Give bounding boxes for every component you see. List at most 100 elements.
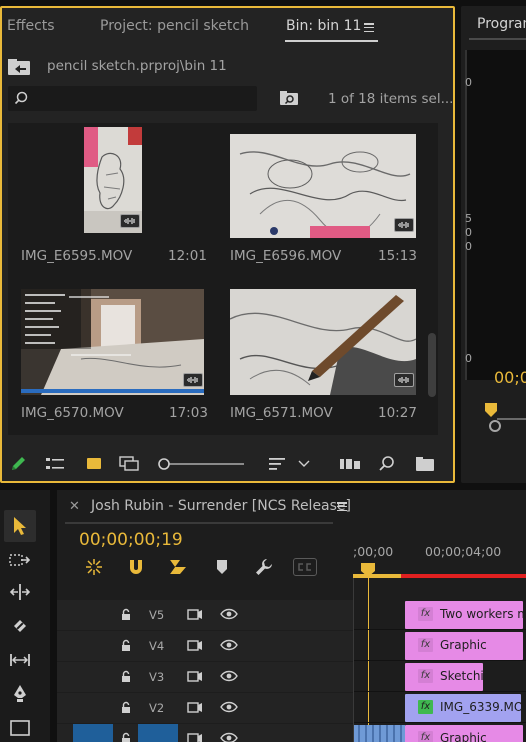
source-patch[interactable] (73, 724, 113, 742)
icon-view-icon[interactable] (84, 454, 104, 474)
eye-icon[interactable] (220, 701, 238, 713)
tab-project[interactable]: Project: pencil sketch (100, 18, 249, 34)
panel-menu-icon[interactable] (364, 23, 374, 32)
lock-icon[interactable] (121, 732, 131, 742)
clip-label: IMG_6339.MO (440, 700, 521, 714)
lock-icon[interactable] (121, 639, 131, 652)
razor-tool-icon[interactable] (6, 612, 34, 640)
toggle-sync-lock-icon[interactable] (187, 608, 203, 621)
wrench-icon[interactable] (253, 556, 275, 578)
audio-clip-icon (394, 373, 414, 387)
tab-effects[interactable]: Effects (7, 18, 55, 34)
clip-duration: 12:01 (168, 248, 207, 264)
clip-name: IMG_E6595.MOV (21, 248, 133, 264)
automate-to-sequence-icon[interactable] (338, 454, 362, 474)
playhead-icon[interactable] (361, 562, 375, 577)
search-input[interactable] (8, 86, 257, 111)
program-timecode: 00;0 (494, 368, 526, 387)
clip-thumbnail[interactable] (21, 289, 204, 395)
audio-clip-icon (183, 373, 203, 387)
find-icon[interactable] (376, 454, 398, 474)
clip-name: IMG_6570.MOV (21, 405, 124, 421)
clip-grid: IMG_E6595.MOV 12:01 IMG_E6596.MOV 15:13 … (8, 123, 438, 435)
active-tab-underline (285, 40, 378, 42)
zoom-handle[interactable] (489, 420, 501, 432)
eye-icon[interactable] (220, 670, 238, 682)
track-header (57, 724, 353, 742)
time-ruler[interactable]: ;00;00 00;00;04;00 (353, 540, 526, 578)
playhead-icon[interactable] (485, 402, 497, 417)
snap-icon[interactable] (125, 556, 147, 578)
linked-selection-icon[interactable] (167, 556, 189, 578)
item-count: 1 of 18 items sel... (328, 91, 454, 107)
clip-thumbnail[interactable] (230, 134, 416, 238)
list-view-icon[interactable] (44, 454, 66, 474)
fx-badge: fx (418, 638, 433, 652)
navigate-up-icon[interactable] (6, 56, 32, 78)
new-search-bin-icon[interactable] (278, 88, 300, 108)
pencil-icon[interactable] (8, 454, 28, 474)
clip-label: Two workers m (440, 607, 523, 621)
clip-duration: 10:27 (378, 405, 417, 421)
freeform-view-icon[interactable] (118, 454, 144, 474)
clip-thumbnail[interactable] (84, 127, 142, 233)
track-select-tool-icon[interactable] (6, 546, 34, 574)
clip-thumbnail[interactable] (230, 289, 416, 395)
lock-icon[interactable] (121, 701, 131, 714)
timeline-clip[interactable]: fx IMG_6339.MO (405, 694, 521, 722)
zoom-slider[interactable] (156, 454, 246, 474)
ripple-edit-tool-icon[interactable] (6, 578, 34, 606)
track-row: V3 fx Sketchi (57, 662, 526, 692)
timeline-timecode[interactable]: 00;00;00;19 (79, 530, 183, 550)
track-header: V2 (57, 693, 353, 723)
rectangle-tool-icon[interactable] (6, 714, 34, 742)
slip-tool-icon[interactable] (6, 646, 34, 674)
timeline-clip[interactable]: fx Graphic (405, 725, 523, 742)
track-label[interactable]: V3 (149, 670, 164, 684)
add-marker-icon[interactable] (211, 556, 233, 578)
toggle-sync-lock-icon[interactable] (187, 670, 203, 683)
timeline-menu-icon[interactable] (337, 502, 347, 511)
ruler-digit: 5 (465, 212, 472, 225)
eye-icon[interactable] (220, 639, 238, 651)
captions-icon[interactable] (293, 558, 317, 576)
close-icon[interactable]: ✕ (69, 499, 80, 514)
program-scrub-bar[interactable] (497, 418, 526, 420)
sequence-name[interactable]: Josh Rubin - Surrender [NCS Release] (91, 498, 351, 514)
bin-panel: Effects Project: pencil sketch Bin: bin … (0, 6, 455, 483)
ruler-label: ;00;00 (353, 544, 394, 559)
lock-icon[interactable] (121, 670, 131, 683)
eye-icon[interactable] (220, 608, 238, 620)
search-icon (14, 91, 28, 105)
track-label[interactable]: V5 (149, 608, 164, 622)
track-row: V4 fx Graphic (57, 631, 526, 661)
chevron-down-icon[interactable] (296, 454, 312, 474)
clip-name: IMG_6571.MOV (230, 405, 333, 421)
tools-panel (0, 490, 50, 742)
lock-icon[interactable] (121, 608, 131, 621)
sort-icon[interactable] (266, 454, 288, 474)
snap-nest-icon[interactable] (83, 556, 105, 578)
timeline-clip[interactable]: fx Graphic (405, 632, 523, 660)
video-clip-segments[interactable] (353, 725, 405, 742)
timeline-clip[interactable]: fx Sketchi (405, 663, 483, 691)
track-divider (353, 578, 354, 742)
tab-bin[interactable]: Bin: bin 11 (286, 18, 361, 34)
clip-label: Graphic (440, 731, 487, 742)
selection-tool-icon[interactable] (4, 510, 36, 542)
track-label[interactable]: V4 (149, 639, 164, 653)
ruler-label: 00;00;04;00 (425, 544, 502, 559)
toggle-sync-lock-icon[interactable] (187, 639, 203, 652)
track-header: V3 (57, 662, 353, 692)
bin-scrollbar[interactable] (428, 333, 436, 397)
track-target[interactable] (138, 724, 178, 742)
pen-tool-icon[interactable] (6, 680, 34, 708)
new-bin-icon[interactable] (414, 454, 436, 474)
tab-program[interactable]: Program (477, 16, 526, 32)
timeline-clip[interactable]: fx Two workers m (405, 601, 523, 629)
toggle-sync-lock-icon[interactable] (187, 701, 203, 714)
toggle-sync-lock-icon[interactable] (187, 732, 203, 742)
track-label[interactable]: V2 (149, 701, 164, 715)
eye-icon[interactable] (220, 732, 238, 742)
track-row: V5 fx Two workers m (57, 600, 526, 630)
